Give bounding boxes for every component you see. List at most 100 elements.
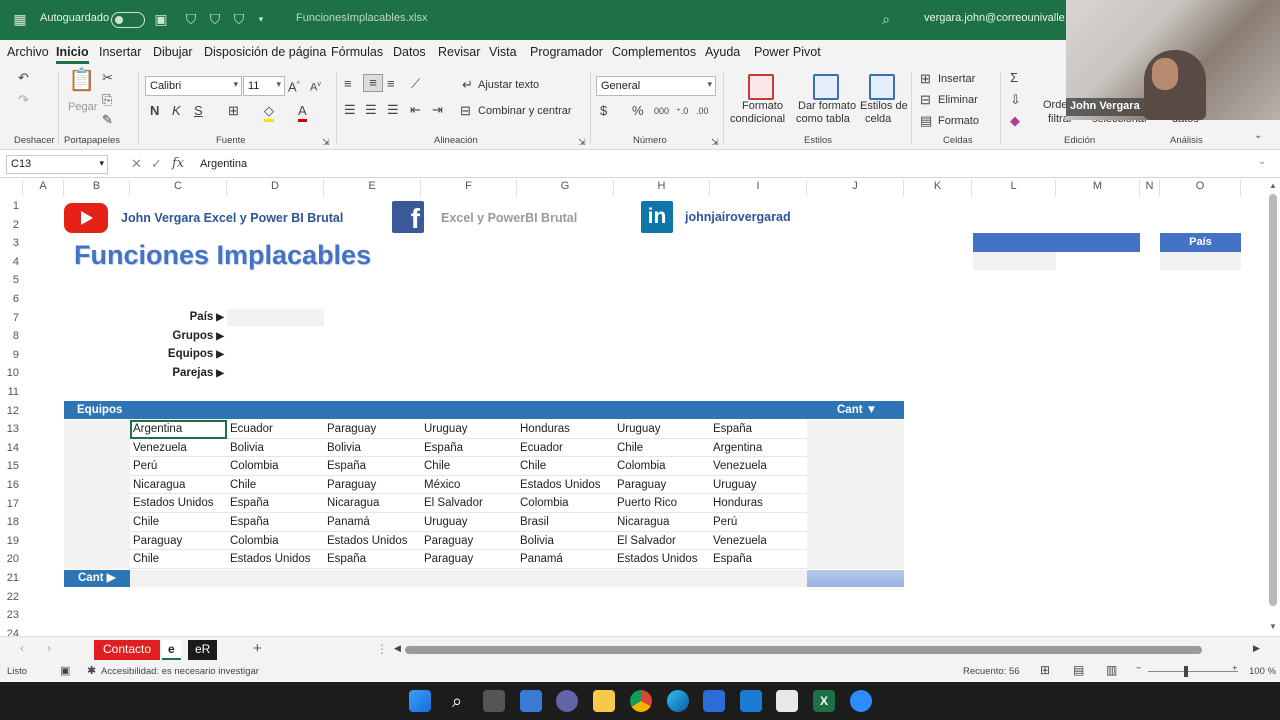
- table-cell[interactable]: Estados Unidos: [517, 476, 614, 495]
- cell-styles-label-2[interactable]: celda: [865, 113, 891, 125]
- table-cell[interactable]: [64, 494, 130, 513]
- vertical-scrollbar[interactable]: ▲ ▼: [1266, 180, 1280, 635]
- tab-power-pivot[interactable]: Power Pivot: [754, 45, 821, 59]
- search-icon[interactable]: ⌕: [878, 11, 894, 27]
- filter-icon[interactable]: ⛉: [183, 11, 199, 27]
- thousands-icon[interactable]: 000: [654, 103, 669, 119]
- column-header[interactable]: I: [710, 180, 807, 196]
- table-cell[interactable]: Nicaragua: [324, 494, 421, 513]
- decrease-indent-icon[interactable]: ⇤: [410, 102, 421, 118]
- increase-indent-icon[interactable]: ⇥: [432, 102, 443, 118]
- cant-cell[interactable]: [807, 513, 904, 532]
- file-explorer-icon[interactable]: [593, 690, 615, 712]
- insert-cells-button[interactable]: Insertar: [938, 73, 975, 85]
- filter-funnel-icon[interactable]: ⛉: [231, 11, 247, 27]
- cant-cell[interactable]: [807, 531, 904, 551]
- table-cell[interactable]: Paraguay: [614, 476, 711, 495]
- dialog-launcher-icon[interactable]: ⇲: [322, 134, 330, 150]
- column-header[interactable]: C: [130, 180, 227, 196]
- row-header[interactable]: 19: [0, 532, 22, 551]
- table-cell[interactable]: Honduras: [710, 494, 807, 513]
- table-cell[interactable]: Chile: [130, 513, 227, 532]
- table-cell[interactable]: Venezuela: [710, 457, 807, 476]
- search-icon[interactable]: ⌕: [446, 690, 468, 712]
- format-cells-icon[interactable]: ▤: [920, 113, 932, 129]
- table-cell[interactable]: Nicaragua: [130, 476, 227, 495]
- cant-row-cells[interactable]: [130, 570, 807, 587]
- row-header[interactable]: 10: [0, 364, 22, 383]
- tab-ayuda[interactable]: Ayuda: [705, 45, 740, 59]
- customize-toolbar-icon[interactable]: ▾: [253, 11, 269, 27]
- table-cell[interactable]: Chile: [227, 476, 324, 495]
- table-cell[interactable]: España: [324, 550, 421, 569]
- cant-cell[interactable]: [807, 494, 904, 513]
- align-right-icon[interactable]: ☰: [387, 102, 399, 118]
- autosave-toggle[interactable]: [111, 12, 145, 28]
- fill-color-icon[interactable]: ◇: [264, 103, 274, 122]
- sheet-tab-contacto[interactable]: Contacto: [94, 640, 161, 660]
- column-header[interactable]: N: [1140, 180, 1160, 196]
- clear-icon[interactable]: ◆: [1010, 113, 1020, 129]
- format-as-table-label-2[interactable]: como tabla: [796, 113, 850, 125]
- notepad-icon[interactable]: [776, 690, 798, 712]
- table-cell[interactable]: Ecuador: [517, 439, 614, 458]
- page-layout-icon[interactable]: ▤: [1073, 663, 1084, 677]
- chrome-icon[interactable]: [630, 690, 652, 712]
- column-header[interactable]: B: [64, 180, 130, 196]
- side-cell[interactable]: [973, 252, 1056, 270]
- tab-revisar[interactable]: Revisar: [438, 45, 480, 59]
- facebook-icon[interactable]: f: [392, 201, 424, 234]
- cant-cell[interactable]: [807, 457, 904, 476]
- row-header[interactable]: 1: [0, 197, 22, 216]
- table-cell[interactable]: [64, 550, 130, 569]
- format-as-table-icon[interactable]: [813, 74, 839, 100]
- facebook-page-text[interactable]: Excel y PowerBI Brutal: [441, 211, 577, 225]
- increase-decimal-icon[interactable]: ⁺.0: [676, 103, 688, 119]
- autosum-icon[interactable]: Σ: [1010, 70, 1018, 86]
- font-name-box[interactable]: Calibri ▾: [145, 76, 242, 96]
- cant-cell[interactable]: [807, 550, 904, 569]
- table-cell[interactable]: Chile: [130, 550, 227, 569]
- row-header[interactable]: 4: [0, 253, 22, 272]
- youtube-channel-text[interactable]: John Vergara Excel y Power BI Brutal: [121, 211, 343, 225]
- row-header[interactable]: 12: [0, 402, 22, 421]
- align-top-icon[interactable]: ≡: [344, 76, 352, 92]
- cancel-icon[interactable]: ✕: [131, 156, 142, 172]
- windows-start-icon[interactable]: [409, 690, 431, 712]
- align-center-icon[interactable]: ☰: [365, 102, 377, 118]
- column-header[interactable]: O: [1160, 180, 1241, 196]
- tab-vista[interactable]: Vista: [489, 45, 517, 59]
- table-cell[interactable]: Estados Unidos: [227, 550, 324, 569]
- conditional-format-label-1[interactable]: Formato: [742, 100, 783, 112]
- row-header[interactable]: 9: [0, 346, 22, 365]
- currency-icon[interactable]: $: [600, 103, 607, 119]
- number-format-box[interactable]: General ▾: [596, 76, 716, 96]
- percent-icon[interactable]: %: [632, 103, 644, 119]
- paste-icon[interactable]: 📋: [68, 69, 95, 91]
- undo-icon[interactable]: ↶: [18, 70, 29, 86]
- accessibility-status[interactable]: Accesibilidad: es necesario investigar: [101, 666, 259, 677]
- linkedin-profile-text[interactable]: johnjairovergarad: [685, 210, 791, 224]
- cant-cell[interactable]: [807, 420, 904, 439]
- tab-splitter-icon[interactable]: ⋮: [376, 642, 388, 656]
- table-cell[interactable]: Perú: [710, 513, 807, 532]
- table-cell[interactable]: Venezuela: [130, 439, 227, 458]
- table-cell[interactable]: [64, 531, 130, 551]
- macro-record-icon[interactable]: ▣: [60, 664, 70, 677]
- table-cell[interactable]: Brasil: [517, 513, 614, 532]
- table-cell[interactable]: [64, 438, 130, 458]
- table-cell[interactable]: Uruguay: [421, 513, 518, 532]
- fill-icon[interactable]: ⇩: [1010, 92, 1021, 108]
- youtube-icon[interactable]: [64, 203, 108, 233]
- table-cell[interactable]: Uruguay: [614, 420, 711, 439]
- table-header-cant[interactable]: Cant ▼: [837, 404, 877, 416]
- filter-clear-icon[interactable]: ⛉: [207, 11, 223, 27]
- add-sheet-icon[interactable]: +: [253, 640, 262, 657]
- table-cell[interactable]: Honduras: [517, 420, 614, 439]
- conditional-format-label-2[interactable]: condicional: [730, 113, 785, 125]
- pais-input-cell[interactable]: [227, 309, 324, 326]
- chevron-right-icon[interactable]: ›: [47, 641, 51, 655]
- vertical-scroll-thumb[interactable]: [1269, 194, 1277, 606]
- table-cell[interactable]: [64, 475, 130, 495]
- table-cell[interactable]: Paraguay: [421, 550, 518, 569]
